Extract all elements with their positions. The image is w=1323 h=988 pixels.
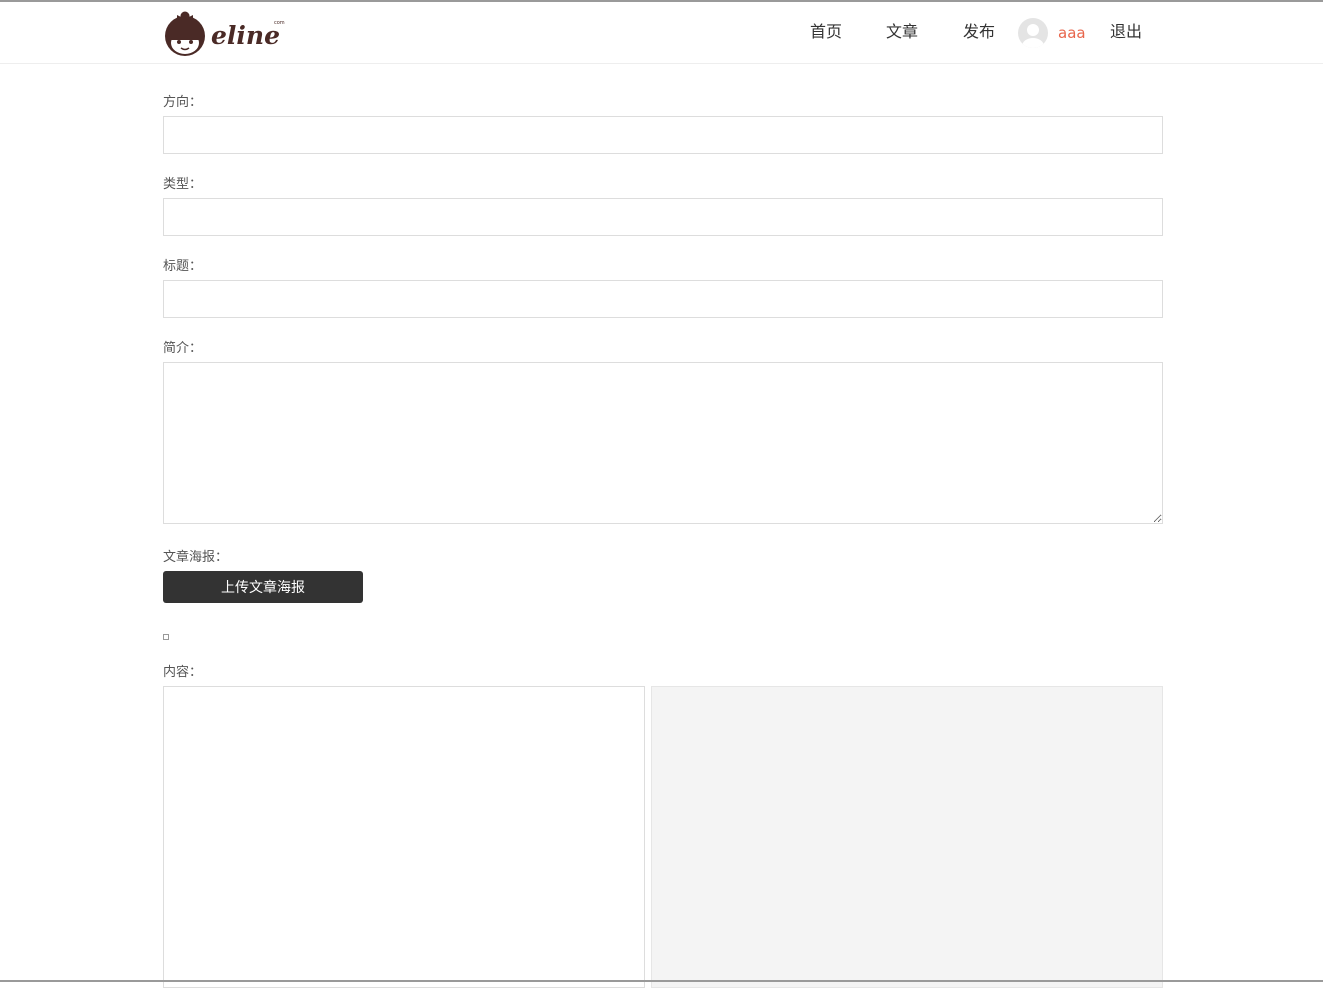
- svg-text:eline: eline: [211, 21, 280, 50]
- username-link[interactable]: aaa: [1058, 24, 1086, 42]
- site-header: eline com 首页 文章 发布 aaa 退出: [0, 2, 1323, 64]
- summary-label: 简介：: [163, 341, 203, 356]
- content-label: 内容：: [163, 665, 203, 680]
- type-input[interactable]: [163, 198, 1163, 236]
- poster-label: 文章海报：: [163, 550, 229, 565]
- type-label: 类型：: [163, 177, 203, 192]
- content-preview-pane: [651, 686, 1163, 988]
- user-avatar-icon[interactable]: [1018, 18, 1048, 48]
- direction-input[interactable]: [163, 116, 1163, 154]
- logo-mark-icon: eline com: [165, 11, 285, 56]
- direction-label: 方向：: [163, 95, 203, 110]
- logout-link[interactable]: 退出: [1110, 22, 1142, 42]
- svg-text:com: com: [274, 20, 285, 26]
- nav-articles[interactable]: 文章: [886, 22, 918, 42]
- summary-textarea[interactable]: [163, 362, 1163, 524]
- nav-home[interactable]: 首页: [810, 22, 842, 42]
- poster-preview-image: [163, 634, 169, 640]
- upload-poster-button[interactable]: 上传文章海报: [163, 571, 363, 603]
- nav-publish[interactable]: 发布: [963, 22, 995, 42]
- title-input[interactable]: [163, 280, 1163, 318]
- content-editor[interactable]: [163, 686, 645, 988]
- site-logo[interactable]: eline com: [163, 11, 288, 57]
- title-label: 标题：: [163, 259, 203, 274]
